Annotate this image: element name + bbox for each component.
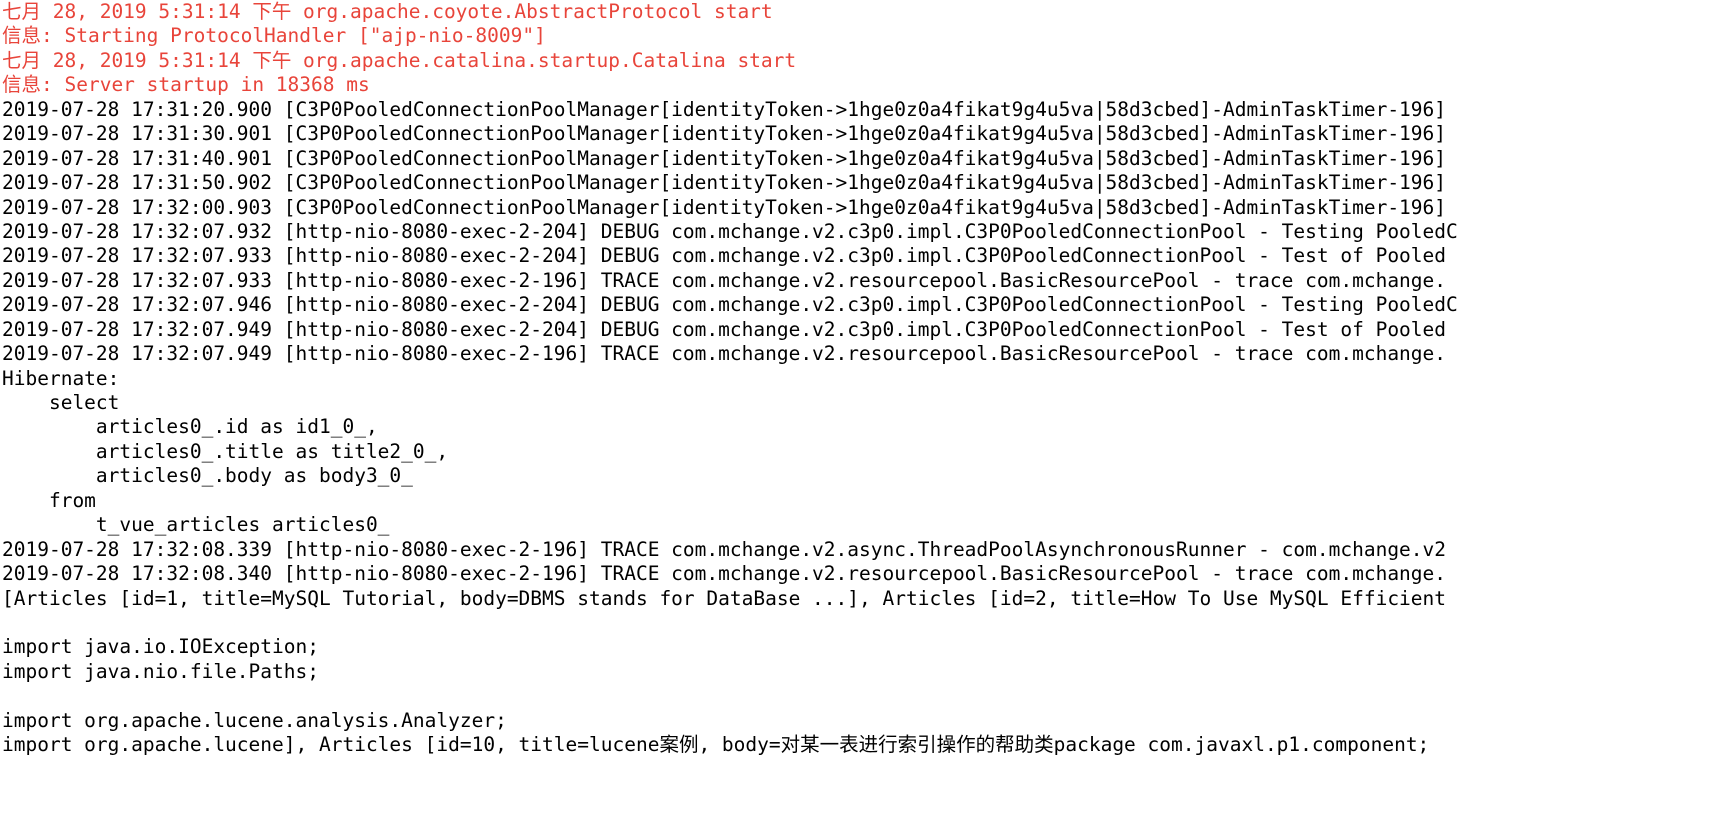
- console-line: articles0_.body as body3_0_: [2, 464, 413, 488]
- console-line: 七月 28, 2019 5:31:14 下午 org.apache.coyote…: [2, 0, 773, 23]
- console-line: 2019-07-28 17:32:00.903 [C3P0PooledConne…: [2, 195, 1447, 219]
- console-line: 七月 28, 2019 5:31:14 下午 org.apache.catali…: [2, 48, 797, 72]
- console-line: t_vue_articles articles0_: [2, 513, 390, 537]
- console-line: 2019-07-28 17:32:07.949 [http-nio-8080-e…: [2, 317, 1447, 341]
- console-line: 2019-07-28 17:32:08.340 [http-nio-8080-e…: [2, 562, 1447, 586]
- console-output-panel[interactable]: 七月 28, 2019 5:31:14 下午 org.apache.coyote…: [0, 0, 1728, 839]
- console-line: 2019-07-28 17:32:08.339 [http-nio-8080-e…: [2, 537, 1447, 561]
- console-line: articles0_.id as id1_0_,: [2, 415, 378, 439]
- console-line: 2019-07-28 17:31:50.902 [C3P0PooledConne…: [2, 171, 1447, 195]
- console-line: 2019-07-28 17:32:07.933 [http-nio-8080-e…: [2, 244, 1447, 268]
- console-line: 2019-07-28 17:32:07.932 [http-nio-8080-e…: [2, 219, 1458, 243]
- console-line: Hibernate:: [2, 366, 132, 390]
- console-line: 2019-07-28 17:31:20.900 [C3P0PooledConne…: [2, 97, 1447, 121]
- console-line: 2019-07-28 17:32:07.933 [http-nio-8080-e…: [2, 268, 1447, 292]
- console-line: import org.apache.lucene.analysis.Analyz…: [2, 708, 507, 732]
- console-line: 2019-07-28 17:32:07.946 [http-nio-8080-e…: [2, 293, 1458, 317]
- console-line: 2019-07-28 17:31:40.901 [C3P0PooledConne…: [2, 146, 1447, 170]
- console-line: import java.io.IOException;: [2, 635, 319, 659]
- console-line: 信息: Starting ProtocolHandler ["ajp-nio-8…: [2, 24, 546, 48]
- console-line: 信息: Server startup in 18368 ms: [2, 73, 370, 97]
- console-line: from: [2, 488, 96, 512]
- console-line: import java.nio.file.Paths;: [2, 659, 319, 683]
- console-line: 2019-07-28 17:32:07.949 [http-nio-8080-e…: [2, 342, 1447, 366]
- console-line: 2019-07-28 17:31:30.901 [C3P0PooledConne…: [2, 122, 1447, 146]
- console-line: articles0_.title as title2_0_,: [2, 439, 449, 463]
- console-line: [Articles [id=1, title=MySQL Tutorial, b…: [2, 586, 1447, 610]
- console-line: import org.apache.lucene], Articles [id=…: [2, 733, 1430, 757]
- console-line: select: [2, 391, 120, 414]
